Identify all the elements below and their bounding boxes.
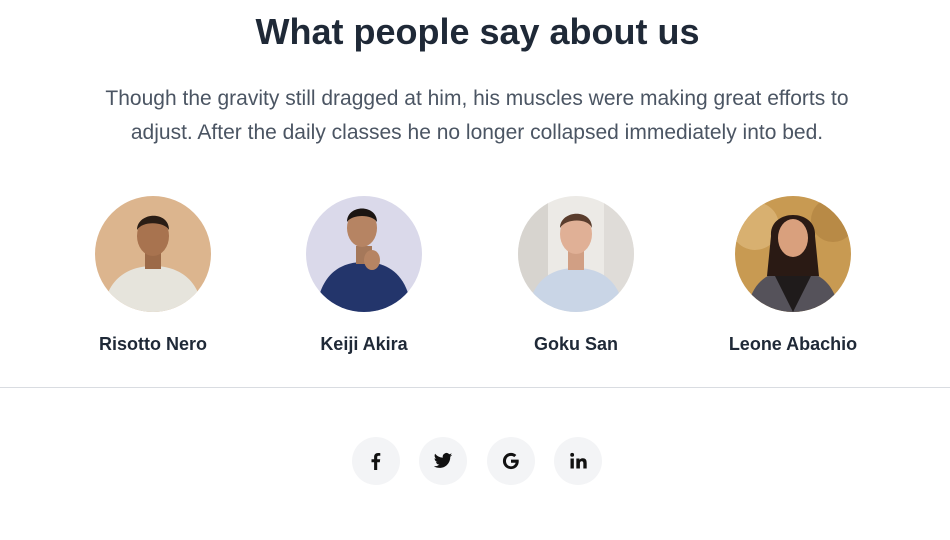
twitter-icon (433, 453, 453, 468)
testimonial-people-list: Risotto Nero Keiji Akira Goku San Leone … (0, 196, 950, 356)
person-name: Goku San (533, 334, 618, 354)
twitter-button[interactable] (419, 437, 467, 485)
linkedin-button[interactable] (554, 437, 602, 485)
section-title: What people say about us (255, 11, 700, 52)
avatar (95, 196, 211, 312)
google-button[interactable] (487, 437, 535, 485)
person-name: Risotto Nero (99, 334, 207, 354)
avatar (735, 196, 851, 312)
person-name: Keiji Akira (320, 334, 408, 354)
linkedin-icon (570, 452, 587, 469)
avatar (306, 196, 422, 312)
person-card: Goku San (486, 196, 666, 357)
section-description: Though the gravity still dragged at him,… (105, 87, 849, 144)
person-card: Keiji Akira (274, 196, 454, 357)
facebook-icon (371, 453, 381, 470)
facebook-button[interactable] (352, 437, 400, 485)
footer-divider (0, 387, 950, 388)
person-card: Leone Abachio (703, 196, 883, 357)
google-icon (502, 452, 519, 470)
person-name: Leone Abachio (728, 334, 858, 354)
avatar (518, 196, 634, 312)
person-card: Risotto Nero (63, 196, 243, 357)
